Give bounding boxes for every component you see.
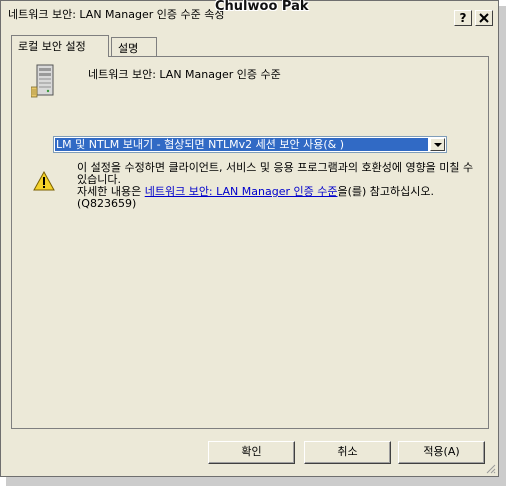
cancel-button[interactable]: 취소 xyxy=(304,441,391,464)
compatibility-warning: 이 설정을 수정하면 클라이언트, 서비스 및 응용 프로그램과의 호환성에 영… xyxy=(77,162,477,210)
policy-help-link[interactable]: 네트워크 보안: LAN Manager 인증 수준 xyxy=(145,185,338,198)
chevron-down-icon[interactable] xyxy=(430,138,445,151)
tab-strip: 로컬 보안 설정 설명 xyxy=(11,35,491,57)
warning-triangle-icon xyxy=(33,171,55,191)
close-button[interactable] xyxy=(475,10,493,26)
policy-name-label: 네트워크 보안: LAN Manager 인증 수준 xyxy=(88,68,281,81)
warning-text-line1: 이 설정을 수정하면 클라이언트, 서비스 및 응용 프로그램과의 호환성에 영… xyxy=(77,161,474,186)
properties-dialog: 네트워크 보안: LAN Manager 인증 수준 속성 ? 로컬 보안 설정… xyxy=(0,0,499,477)
tab-panel xyxy=(11,56,489,429)
help-button[interactable]: ? xyxy=(454,10,472,26)
authentication-level-dropdown[interactable]: LM 및 NTLM 보내기 - 협상되면 NTLMv2 세션 보안 사용(& ) xyxy=(53,136,447,153)
author-watermark: Chulwoo Pak xyxy=(215,0,309,14)
tab-local-security-setting[interactable]: 로컬 보안 설정 xyxy=(11,35,109,57)
window-title: 네트워크 보안: LAN Manager 인증 수준 속성 xyxy=(8,8,225,21)
close-icon xyxy=(479,13,489,23)
ok-button[interactable]: 확인 xyxy=(208,441,295,464)
server-computer-icon xyxy=(31,64,54,98)
apply-button[interactable]: 적용(A) xyxy=(398,441,485,464)
dropdown-selected-value: LM 및 NTLM 보내기 - 협상되면 NTLMv2 세션 보안 사용(& ) xyxy=(55,138,428,151)
warning-text-line2: 자세한 내용은 네트워크 보안: LAN Manager 인증 수준을(를) 참… xyxy=(77,186,477,210)
tab-explain[interactable]: 설명 xyxy=(111,37,157,57)
resize-grip-icon[interactable] xyxy=(484,462,496,474)
